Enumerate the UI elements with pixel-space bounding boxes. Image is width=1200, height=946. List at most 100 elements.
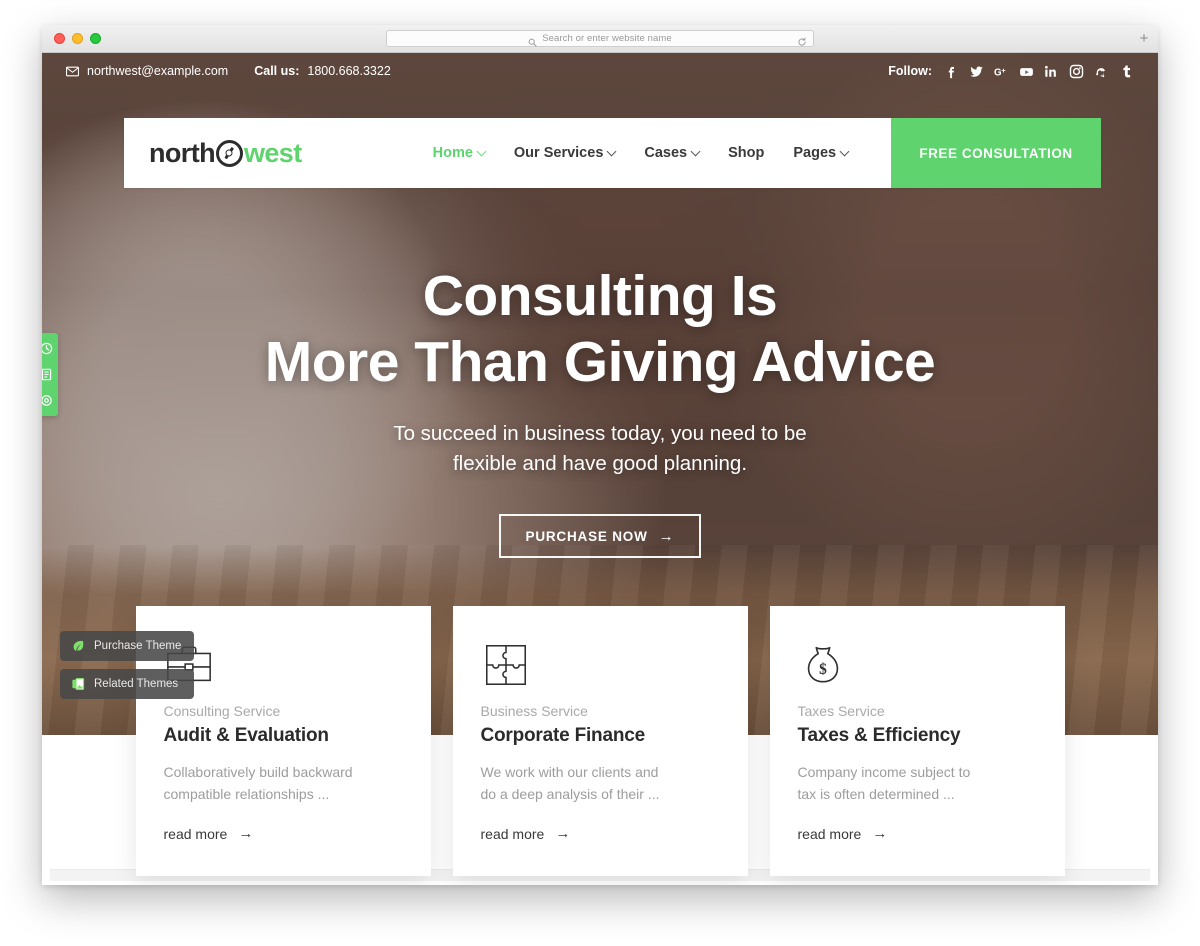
tumblr-icon[interactable]: [1119, 64, 1134, 79]
hero-subtitle-line-2: flexible and have good planning.: [452, 451, 748, 475]
nav-item-pages[interactable]: Pages: [793, 145, 850, 161]
read-more-link[interactable]: read more →: [164, 826, 403, 842]
nav-label-home: Home: [432, 145, 473, 161]
phone-contact[interactable]: Call us: 1800.668.3322: [254, 64, 391, 78]
floating-theme-buttons: Purchase Theme Related Themes: [60, 631, 195, 699]
arrow-right-icon: →: [872, 825, 888, 843]
minimize-window-button[interactable]: [72, 33, 83, 44]
page-viewport: northwest@example.com Call us: 1800.668.…: [42, 53, 1158, 885]
phone-number: 1800.668.3322: [307, 64, 391, 78]
nav-label-our-services: Our Services: [513, 145, 604, 161]
service-card-description: We work with our clients and do a deep a…: [481, 762, 720, 806]
svg-text:+: +: [1001, 66, 1006, 75]
service-card-desc-line-2: compatible relationships ...: [163, 785, 330, 802]
address-bar[interactable]: Search or enter website name: [386, 30, 814, 47]
instagram-icon[interactable]: [1069, 64, 1084, 79]
topbar-contact-group: northwest@example.com Call us: 1800.668.…: [66, 64, 391, 78]
read-more-link[interactable]: read more →: [481, 826, 720, 842]
read-more-link[interactable]: read more →: [798, 826, 1037, 842]
chevron-down-icon: [606, 146, 617, 156]
nav-label-pages: Pages: [793, 145, 837, 161]
leaf-icon: [71, 639, 85, 653]
browser-window: Search or enter website name + northwest…: [42, 25, 1158, 885]
nav-label-shop: Shop: [728, 145, 765, 161]
email-text: northwest@example.com: [87, 64, 229, 78]
service-card[interactable]: Business Service Corporate Finance We wo…: [452, 606, 748, 876]
puzzle-piece-icon: [481, 640, 720, 696]
hero-title-line-1: Consulting Is: [422, 264, 778, 328]
clock-icon[interactable]: [42, 342, 53, 355]
gear-icon[interactable]: [42, 394, 53, 407]
main-navigation: Home Our Services Cases Shop Pages: [432, 145, 850, 161]
arrow-right-icon: →: [555, 825, 571, 843]
related-themes-label: Related Themes: [94, 678, 179, 690]
chevron-down-icon: [839, 146, 850, 156]
document-icon[interactable]: [42, 368, 53, 381]
site-header: north west Home Our Services Cases Shop …: [124, 118, 1101, 188]
call-us-label: Call us:: [254, 64, 300, 78]
logo-text-second: west: [243, 137, 302, 168]
money-bag-icon: $: [798, 640, 1037, 696]
purchase-theme-button[interactable]: Purchase Theme: [60, 631, 195, 661]
service-card-title: Audit & Evaluation: [163, 725, 329, 746]
service-card-description: Collaboratively build backward compatibl…: [164, 762, 403, 806]
hero-title-line-2: More Than Giving Advice: [264, 330, 936, 395]
google-plus-icon[interactable]: G +: [994, 64, 1009, 79]
nav-item-shop[interactable]: Shop: [728, 145, 764, 161]
nav-item-home[interactable]: Home: [432, 145, 487, 161]
hero-subtitle-line-1: To succeed in business today, you need t…: [393, 422, 807, 446]
youtube-icon[interactable]: [1019, 64, 1034, 79]
hero-content: Consulting Is More Than Giving Advice To…: [42, 263, 1158, 559]
hero-subtitle: To succeed in business today, you need t…: [42, 419, 1158, 478]
service-card-title: Corporate Finance: [480, 725, 646, 746]
arrow-right-icon: →: [658, 527, 675, 545]
service-card-description: Company income subject to tax is often d…: [798, 762, 1037, 806]
free-consultation-button[interactable]: FREE CONSULTATION: [891, 118, 1101, 188]
email-contact[interactable]: northwest@example.com: [66, 64, 228, 78]
social-links-group: Follow: G +: [888, 64, 1134, 79]
address-bar-placeholder: Search or enter website name: [542, 33, 672, 44]
service-card[interactable]: $ Taxes Service Taxes & Efficiency Compa…: [769, 606, 1065, 876]
service-card-eyebrow: Business Service: [480, 703, 588, 719]
close-window-button[interactable]: [54, 33, 65, 44]
follow-label: Follow:: [888, 64, 932, 78]
service-card-title: Taxes & Efficiency: [797, 725, 961, 746]
side-tab-toolbar[interactable]: [42, 333, 58, 416]
svg-text:$: $: [819, 661, 827, 678]
chevron-down-icon: [476, 146, 487, 156]
service-card-desc-line-1: Company income subject to: [797, 764, 971, 780]
nav-item-our-services[interactable]: Our Services: [513, 145, 617, 161]
stumbleupon-icon[interactable]: [1094, 64, 1109, 79]
reload-icon[interactable]: [797, 34, 807, 46]
service-cards: Consulting Service Audit & Evaluation Co…: [42, 606, 1158, 876]
hero-title: Consulting Is More Than Giving Advice: [42, 263, 1158, 395]
window-controls: [54, 33, 101, 44]
service-card-eyebrow: Consulting Service: [163, 703, 281, 719]
service-card-desc-line-2: tax is often determined ...: [797, 785, 955, 802]
linkedin-icon[interactable]: [1044, 64, 1059, 79]
nav-label-cases: Cases: [644, 145, 688, 161]
purchase-now-button[interactable]: PURCHASE NOW →: [499, 514, 701, 559]
search-icon: [528, 34, 537, 47]
chevron-down-icon: [690, 146, 701, 156]
service-card-desc-line-1: Collaboratively build backward: [163, 764, 353, 780]
compass-icon: [215, 139, 243, 167]
svg-text:G: G: [994, 67, 1002, 78]
briefcase-icon: [164, 640, 403, 696]
twitter-icon[interactable]: [969, 64, 984, 79]
purchase-now-label: PURCHASE NOW: [525, 528, 648, 544]
new-tab-button[interactable]: +: [1136, 31, 1152, 47]
service-card-eyebrow: Taxes Service: [797, 703, 885, 719]
facebook-icon[interactable]: [944, 64, 959, 79]
site-logo[interactable]: north west: [149, 138, 302, 169]
service-card-desc-line-2: do a deep analysis of their ...: [480, 785, 660, 802]
read-more-label: read more: [163, 825, 228, 842]
browser-chrome-bar: Search or enter website name +: [42, 25, 1158, 53]
maximize-window-button[interactable]: [90, 33, 101, 44]
read-more-label: read more: [480, 825, 545, 842]
nav-item-cases[interactable]: Cases: [644, 145, 701, 161]
arrow-right-icon: →: [238, 825, 254, 843]
read-more-label: read more: [797, 825, 862, 842]
related-themes-button[interactable]: Related Themes: [60, 669, 195, 699]
purchase-theme-label: Purchase Theme: [94, 640, 182, 652]
